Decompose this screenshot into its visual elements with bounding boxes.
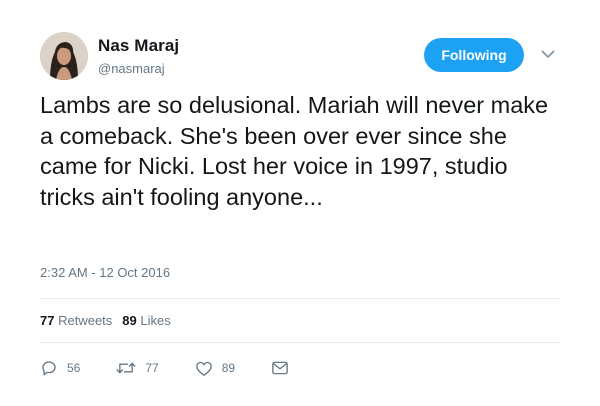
reply-icon (40, 359, 58, 377)
like-button[interactable]: 89 (195, 360, 235, 377)
direct-message-button[interactable] (271, 360, 289, 376)
direct-message-icon (271, 360, 289, 376)
retweets-count: 77 (40, 313, 55, 328)
reply-button[interactable]: 56 (40, 359, 80, 377)
chevron-down-icon[interactable] (538, 44, 558, 64)
likes-count: 89 (122, 313, 137, 328)
avatar[interactable] (40, 32, 88, 80)
display-name[interactable]: Nas Maraj (98, 36, 179, 56)
retweets-stat[interactable]: 77 Retweets (40, 313, 112, 328)
likes-label: Likes (140, 313, 171, 328)
user-handle[interactable]: @nasmaraj (98, 61, 165, 76)
likes-stat[interactable]: 89 Likes (122, 313, 170, 328)
retweet-button[interactable]: 77 (116, 359, 159, 377)
like-icon (195, 360, 213, 377)
like-count: 89 (221, 361, 236, 375)
following-button[interactable]: Following (424, 38, 524, 72)
divider (40, 298, 560, 299)
tweet-stats: 77 Retweets 89 Likes (40, 313, 171, 328)
retweet-count: 77 (145, 361, 159, 375)
retweet-icon (116, 359, 136, 377)
action-bar: 56 77 89 (40, 358, 325, 378)
tweet-text: Lambs are so delusional. Mariah will nev… (40, 92, 549, 210)
timestamp[interactable]: 2:32 AM - 12 Oct 2016 (40, 265, 170, 280)
reply-count: 56 (67, 361, 81, 375)
tweet-card: Nas Maraj @nasmaraj Following Lambs are … (0, 0, 600, 406)
retweets-label: Retweets (58, 313, 113, 328)
divider (40, 342, 560, 343)
